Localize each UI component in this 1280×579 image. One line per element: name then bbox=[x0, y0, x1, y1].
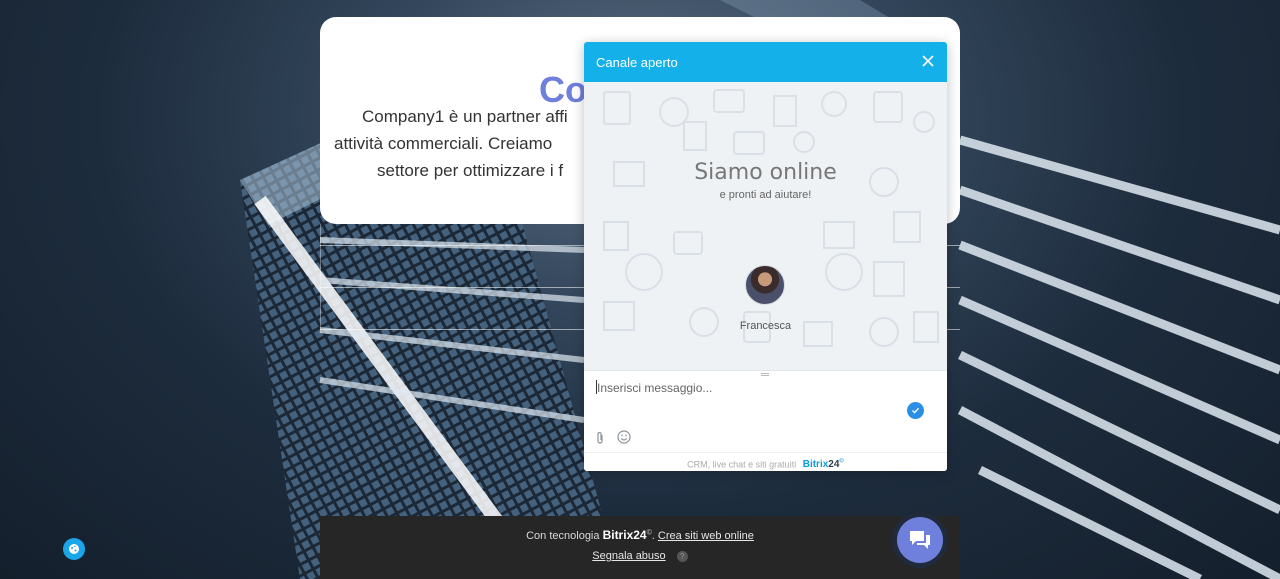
chat-welcome-area: Siamo online e pronti ad aiutare! France… bbox=[584, 82, 947, 370]
smile-icon[interactable] bbox=[617, 430, 631, 444]
widget-footer[interactable]: CRM, live chat e siti gratuiti Bitrix24© bbox=[584, 452, 947, 471]
message-input[interactable]: Inserisci messaggio... bbox=[597, 381, 712, 395]
resize-handle[interactable] bbox=[761, 373, 769, 376]
report-abuse-link[interactable]: Segnala abuso bbox=[592, 550, 665, 562]
chat-widget: Canale aperto Siamo online e pronti ad a… bbox=[584, 42, 947, 471]
help-icon[interactable]: ? bbox=[676, 550, 688, 562]
chat-header: Canale aperto bbox=[584, 42, 947, 82]
chat-bubbles-icon bbox=[910, 531, 930, 549]
site-footer: Con tecnologia Bitrix24©. Crea siti web … bbox=[320, 516, 960, 579]
powered-prefix: Con tecnologia bbox=[526, 530, 600, 542]
bitrix-brand: Bitrix24 bbox=[602, 528, 647, 542]
bitrix24-logo[interactable]: Bitrix24© bbox=[803, 459, 844, 470]
online-title: Siamo online bbox=[694, 160, 837, 185]
paperclip-icon[interactable] bbox=[595, 431, 605, 445]
logo-mark: © bbox=[839, 459, 844, 465]
powered-by: Con tecnologia Bitrix24©. Crea siti web … bbox=[526, 528, 754, 542]
cookie-icon[interactable] bbox=[63, 538, 85, 560]
chat-title: Canale aperto bbox=[596, 55, 678, 70]
chat-open-button[interactable] bbox=[892, 512, 948, 568]
widget-footer-text: CRM, live chat e siti gratuiti bbox=[687, 459, 797, 470]
brand-mark: © bbox=[646, 529, 652, 537]
logo-number: 24 bbox=[828, 459, 840, 471]
logo-word: Bitrix bbox=[802, 459, 829, 471]
agent-avatar bbox=[745, 265, 785, 305]
send-button[interactable] bbox=[907, 402, 924, 419]
divider-line bbox=[320, 224, 321, 330]
message-composer: Inserisci messaggio... bbox=[584, 370, 947, 452]
close-icon[interactable] bbox=[921, 54, 935, 68]
online-subtitle: e pronti ad aiutare! bbox=[719, 189, 812, 201]
create-sites-link[interactable]: Crea siti web online bbox=[658, 530, 754, 542]
agent-name: Francesca bbox=[739, 320, 792, 332]
check-icon bbox=[912, 407, 920, 414]
